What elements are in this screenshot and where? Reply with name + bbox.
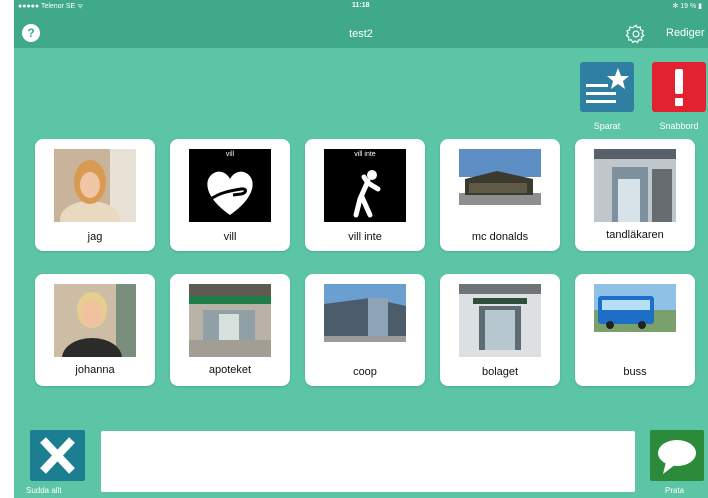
clear-all-label: Sudda allt [26,486,62,495]
tile-label: vill [223,231,237,243]
header-bar: ●●●●● Telenor SE ᯤ 11:18 ✻ 19 % ▮ ? test… [14,0,708,48]
dentist-building-photo [594,149,676,222]
tile-buss[interactable]: buss [575,274,695,386]
tile-johanna[interactable]: johanna [35,274,155,386]
exclamation-icon [652,62,706,112]
saved-star-icon [580,62,634,112]
carrier-status: ●●●●● Telenor SE ᯤ [18,3,84,10]
shopping-center-photo [324,284,406,357]
woman-portrait-image [54,284,136,357]
bus-photo [594,284,676,357]
saved-label: Sparat [593,121,621,131]
saved-button[interactable]: Sparat [580,62,634,131]
liquor-store-photo [459,284,541,357]
status-time: 11:18 [352,2,370,9]
restaurant-photo [459,149,541,222]
gear-icon[interactable] [625,23,647,45]
app-screen: ●●●●● Telenor SE ᯤ 11:18 ✻ 19 % ▮ ? test… [14,0,708,498]
tile-bolaget[interactable]: bolaget [440,274,560,386]
tile-tandlakaren[interactable]: tandläkaren [575,139,695,251]
tile-vill[interactable]: vill vill [170,139,290,251]
page-title: test2 [349,28,373,40]
tile-caption-vill: vill [225,151,235,158]
tile-label: apoteket [208,364,252,376]
tile-label: coop [353,366,377,378]
tile-label: buss [623,366,647,378]
heart-hand-icon [189,149,271,222]
edit-button[interactable]: Rediger [666,27,705,39]
tile-label: jag [87,231,103,243]
clear-all-button[interactable] [30,430,85,481]
woman-portrait-image [54,149,136,222]
tile-label: bolaget [481,366,519,378]
tile-jag[interactable]: jag [35,139,155,251]
person-refusing-icon [324,149,406,222]
tile-apoteket[interactable]: apoteket [170,274,290,386]
tile-vill-inte[interactable]: vill inte vill inte [305,139,425,251]
tile-label: vill inte [348,231,382,243]
speak-button[interactable] [650,430,704,481]
tile-label: johanna [75,364,115,376]
tile-label: tandläkaren [606,229,664,241]
tile-label: mc donalds [471,231,529,243]
quick-words-button[interactable]: Snabbord [652,62,706,131]
pharmacy-photo [189,284,271,357]
tile-caption-vill-inte: vill inte [354,151,376,158]
tile-coop[interactable]: coop [305,274,425,386]
speak-label: Prata [665,486,685,495]
message-text-field[interactable] [101,431,635,492]
speech-bubble-icon [658,440,696,474]
quick-words-label: Snabbord [659,121,699,131]
battery-status: ✻ 19 % ▮ [672,3,702,10]
tile-mc-donalds[interactable]: mc donalds [440,139,560,251]
close-icon [40,437,75,474]
